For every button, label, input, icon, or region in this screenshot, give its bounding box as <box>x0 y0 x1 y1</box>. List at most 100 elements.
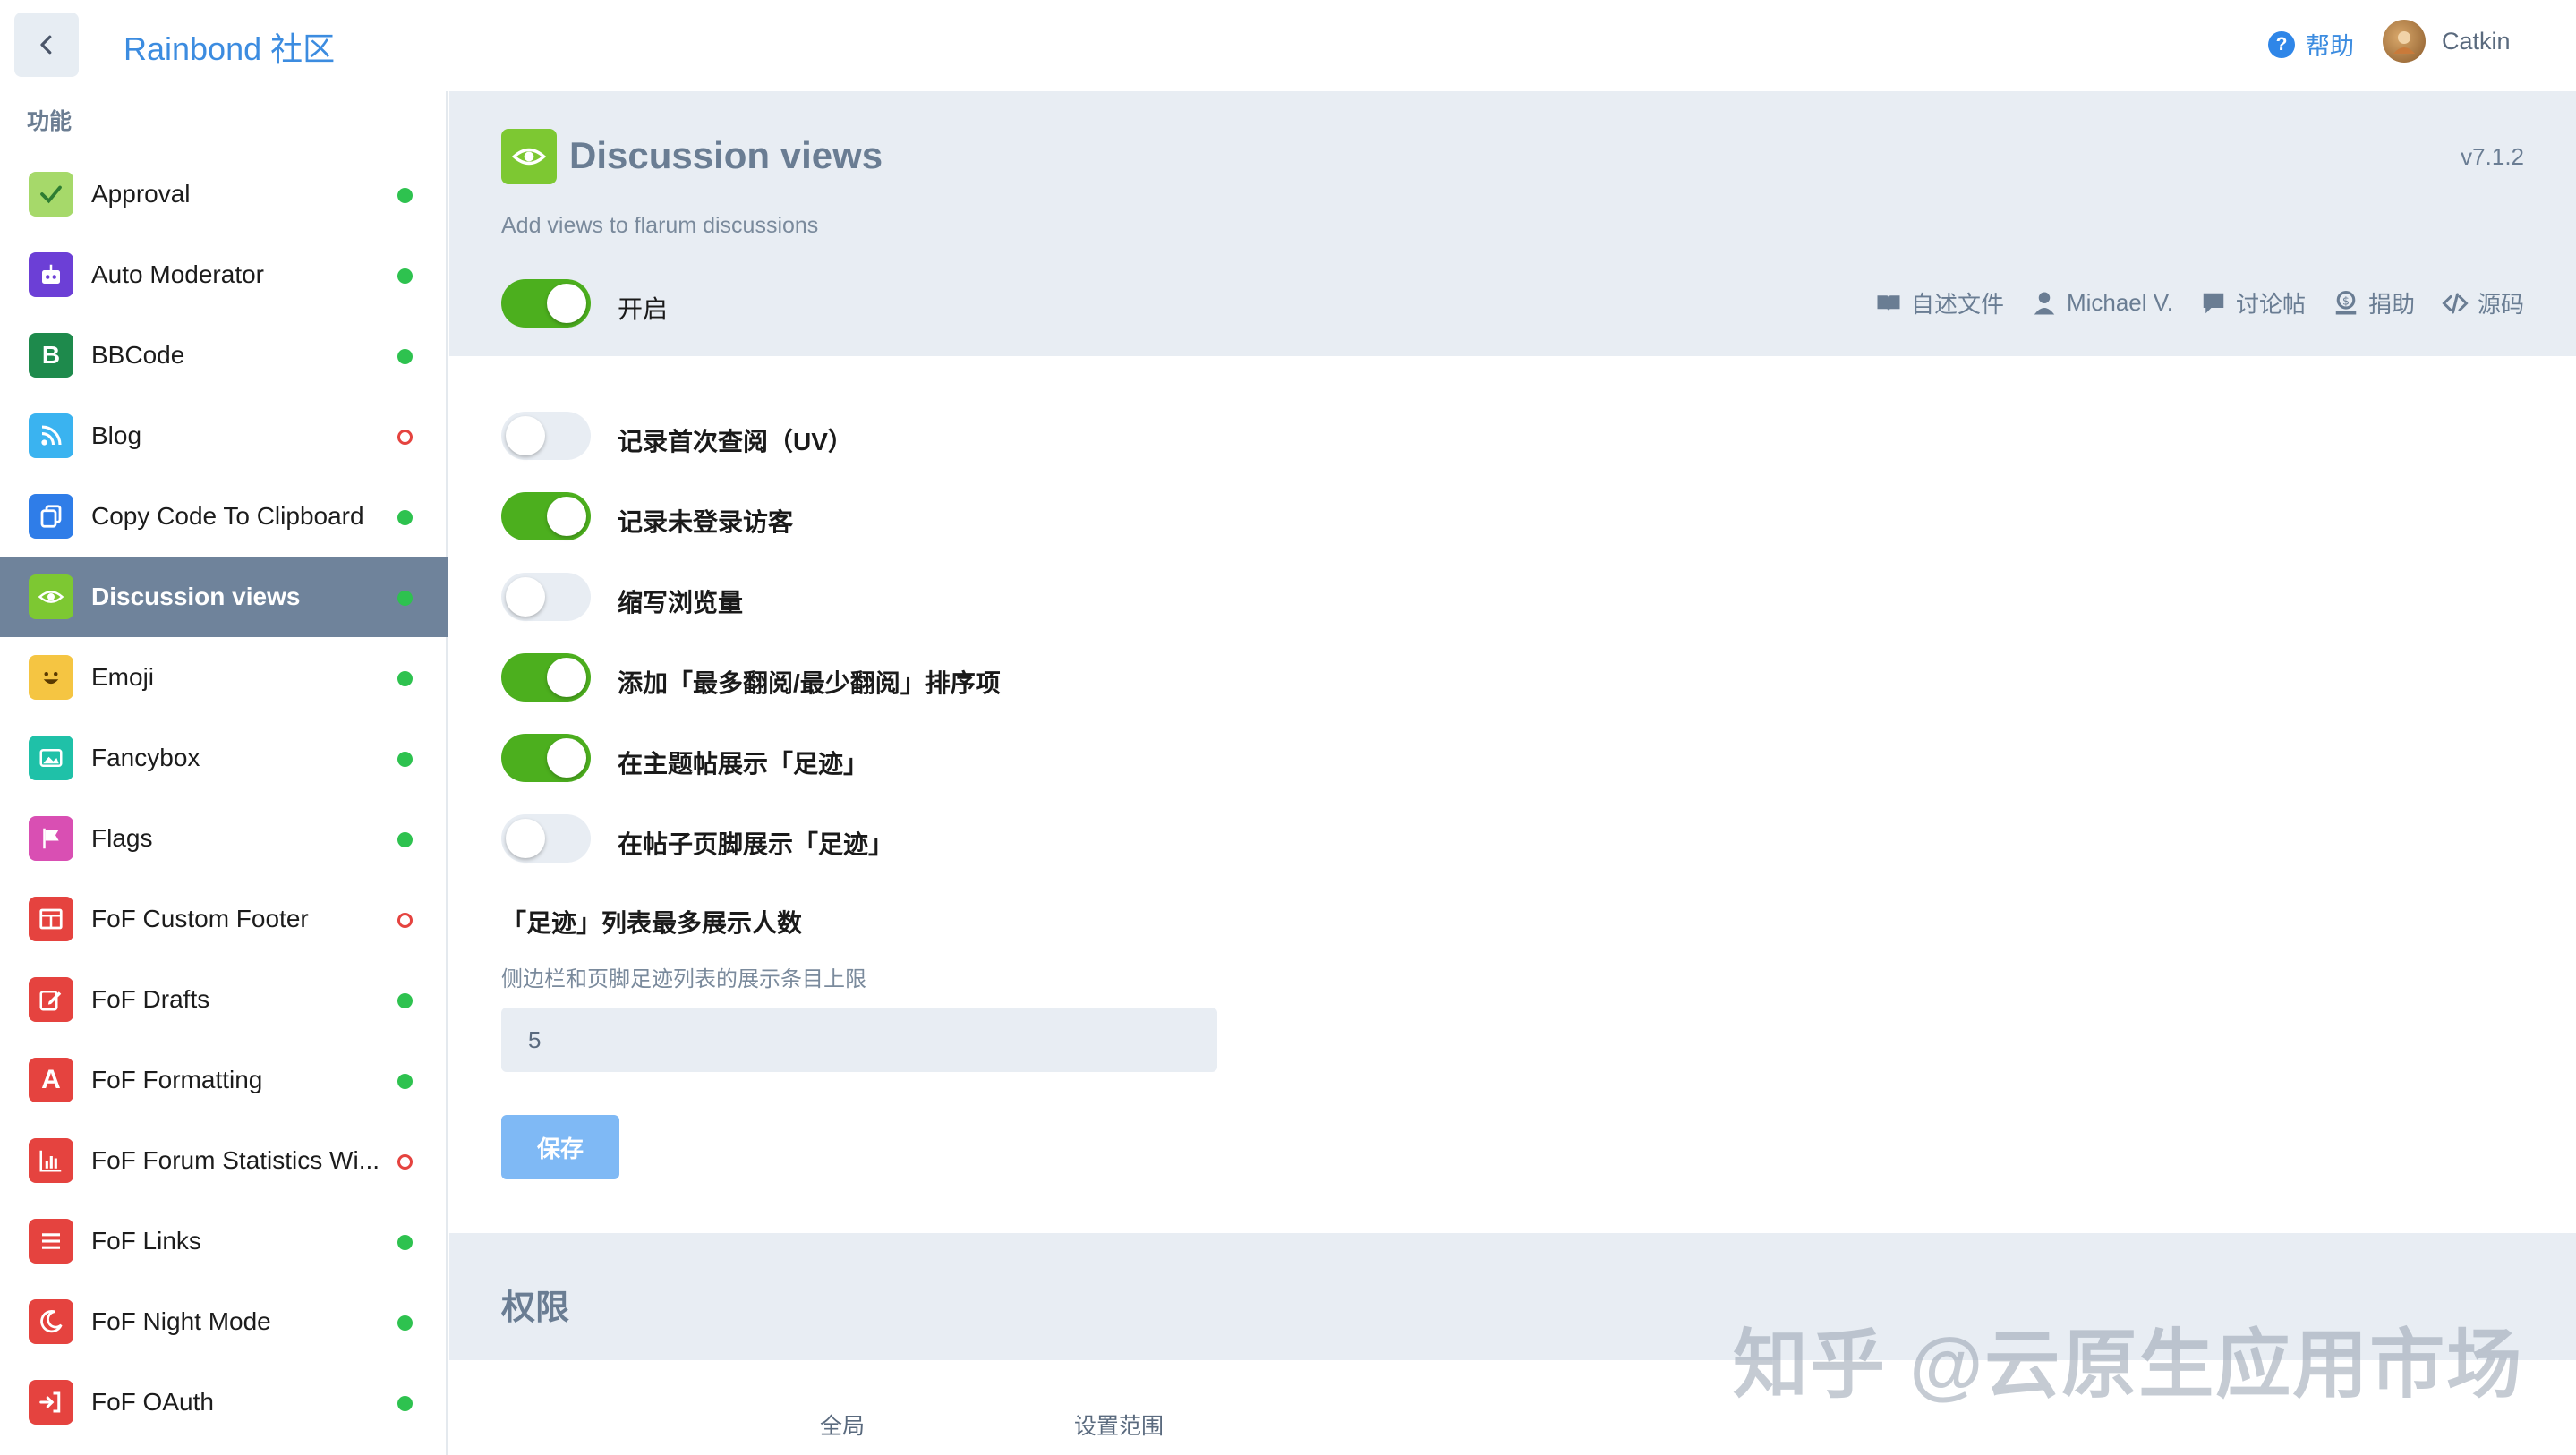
avatar-image-icon <box>2393 31 2415 54</box>
flag-icon <box>29 816 73 861</box>
check-icon <box>29 172 73 217</box>
extension-title: Discussion views <box>569 134 883 176</box>
sidebar-item[interactable]: Emoji <box>0 637 448 718</box>
author-link[interactable]: Michael V. <box>2031 289 2173 317</box>
help-label: 帮助 <box>2306 33 2354 60</box>
setting-toggle[interactable] <box>501 734 591 782</box>
setting-toggle[interactable] <box>501 492 591 540</box>
source-label: 源码 <box>2477 291 2524 318</box>
sidebar-item[interactable]: Discussion views <box>0 557 448 637</box>
source-link[interactable]: 源码 <box>2442 286 2524 319</box>
max-users-input[interactable] <box>501 1008 1217 1072</box>
status-indicator <box>397 913 413 928</box>
setting-toggle-label: 记录首次查阅（UV） <box>618 428 853 455</box>
image-icon <box>29 736 73 780</box>
moon-icon <box>29 1299 73 1344</box>
sidebar-item-label: FoF Formatting <box>91 1066 263 1093</box>
sidebar-item[interactable]: Auto Moderator <box>0 234 448 315</box>
sidebar-item[interactable]: Fancybox <box>0 718 448 798</box>
setting-toggle[interactable] <box>501 573 591 621</box>
discussion-link[interactable]: 讨论帖 <box>2200 286 2306 319</box>
top-header: Rainbond 社区 ? 帮助 Catkin <box>0 0 2576 91</box>
sidebar-item-label: Copy Code To Clipboard <box>91 502 364 530</box>
sidebar-item[interactable]: B BBCode <box>0 315 448 396</box>
letter-a-icon: A <box>29 1058 73 1102</box>
back-button[interactable] <box>14 13 79 77</box>
sidebar-item[interactable]: FoF Drafts <box>0 959 448 1040</box>
extension-description: Add views to flarum discussions <box>501 213 819 238</box>
save-button[interactable]: 保存 <box>501 1115 619 1179</box>
donate-icon: $ <box>2335 290 2357 314</box>
chevron-left-icon <box>40 35 52 55</box>
sidebar-item-label: Flags <box>91 824 153 852</box>
extension-meta-links: 自述文件 Michael V. 讨论帖 $ 捐助 源码 <box>1875 286 2524 319</box>
sidebar-item[interactable]: A FoF Formatting <box>0 1040 448 1120</box>
sidebar-item[interactable]: Flags <box>0 798 448 879</box>
avatar <box>2383 20 2426 63</box>
status-indicator <box>397 1235 413 1250</box>
blog-icon <box>29 413 73 458</box>
status-indicator <box>397 349 413 364</box>
comment-icon <box>2203 293 2224 313</box>
status-indicator <box>397 268 413 284</box>
sidebar-item[interactable]: FoF Custom Footer <box>0 879 448 959</box>
user-name: Catkin <box>2442 27 2511 55</box>
extension-enable-label: 开启 <box>618 295 669 323</box>
eye-icon <box>29 574 73 619</box>
toggle-knob <box>547 497 586 536</box>
setting-toggle[interactable] <box>501 412 591 460</box>
toggle-knob <box>547 738 586 778</box>
sidebar-item[interactable]: FoF Links <box>0 1201 448 1281</box>
main-content: Discussion views v7.1.2 Add views to fla… <box>449 91 2576 1455</box>
status-indicator <box>397 1154 413 1170</box>
chart-icon <box>29 1138 73 1183</box>
sidebar-item[interactable]: FoF OAuth <box>0 1362 448 1442</box>
smile-icon <box>29 655 73 700</box>
sidebar-item-label: FoF Drafts <box>91 985 210 1013</box>
sidebar-item-label: Auto Moderator <box>91 260 264 288</box>
max-users-help: 侧边栏和页脚足迹列表的展示条目上限 <box>501 967 866 991</box>
code-icon <box>2442 293 2469 313</box>
sidebar-item-label: Discussion views <box>91 583 301 610</box>
sidebar-item[interactable]: FoF Night Mode <box>0 1281 448 1362</box>
status-indicator <box>397 993 413 1008</box>
status-indicator <box>397 591 413 606</box>
readme-link[interactable]: 自述文件 <box>1875 286 2004 319</box>
sidebar-item[interactable]: Blog <box>0 396 448 476</box>
letter-b-icon: B <box>29 333 73 378</box>
setting-toggle[interactable] <box>501 814 591 863</box>
toggle-knob <box>547 658 586 697</box>
status-indicator <box>397 430 413 445</box>
help-link[interactable]: ? 帮助 <box>2268 27 2354 62</box>
sidebar-item[interactable]: FoF Forum Statistics Wi... <box>0 1120 448 1201</box>
donate-link[interactable]: $ 捐助 <box>2333 286 2415 319</box>
sidebar-item[interactable]: Copy Code To Clipboard <box>0 476 448 557</box>
sidebar-item-label: Fancybox <box>91 744 200 771</box>
setting-toggle-label: 在帖子页脚展示「足迹」 <box>618 830 894 858</box>
site-title[interactable]: Rainbond 社区 <box>124 23 335 70</box>
extension-enable-toggle[interactable] <box>501 279 591 328</box>
extension-version: v7.1.2 <box>2461 143 2524 170</box>
status-indicator <box>397 1074 413 1089</box>
signin-icon <box>29 1380 73 1425</box>
user-icon <box>2034 292 2055 314</box>
edit-icon <box>29 977 73 1022</box>
sidebar-heading: 功能 <box>27 109 73 134</box>
sidebar-item-label: FoF Links <box>91 1227 201 1255</box>
setting-toggle[interactable] <box>501 653 591 702</box>
permissions-column-scope: 设置范围 <box>1074 1414 1164 1439</box>
sidebar-item-label: FoF Forum Statistics Wi... <box>91 1146 380 1174</box>
status-indicator <box>397 671 413 686</box>
sidebar-item-label: Approval <box>91 180 191 208</box>
status-indicator <box>397 1396 413 1411</box>
extension-list: Approval Auto Moderator B BBCode Blog Copy Co… <box>0 154 448 1442</box>
sidebar-item[interactable]: Approval <box>0 154 448 234</box>
robot-icon <box>29 252 73 297</box>
permissions-title: 权限 <box>501 1289 570 1327</box>
user-menu[interactable]: Catkin <box>2383 20 2511 63</box>
sidebar-item-label: Blog <box>91 421 142 449</box>
status-indicator <box>397 1315 413 1331</box>
max-users-title: 「足迹」列表最多展示人数 <box>501 909 803 937</box>
status-indicator <box>397 752 413 767</box>
eye-icon <box>501 129 557 184</box>
